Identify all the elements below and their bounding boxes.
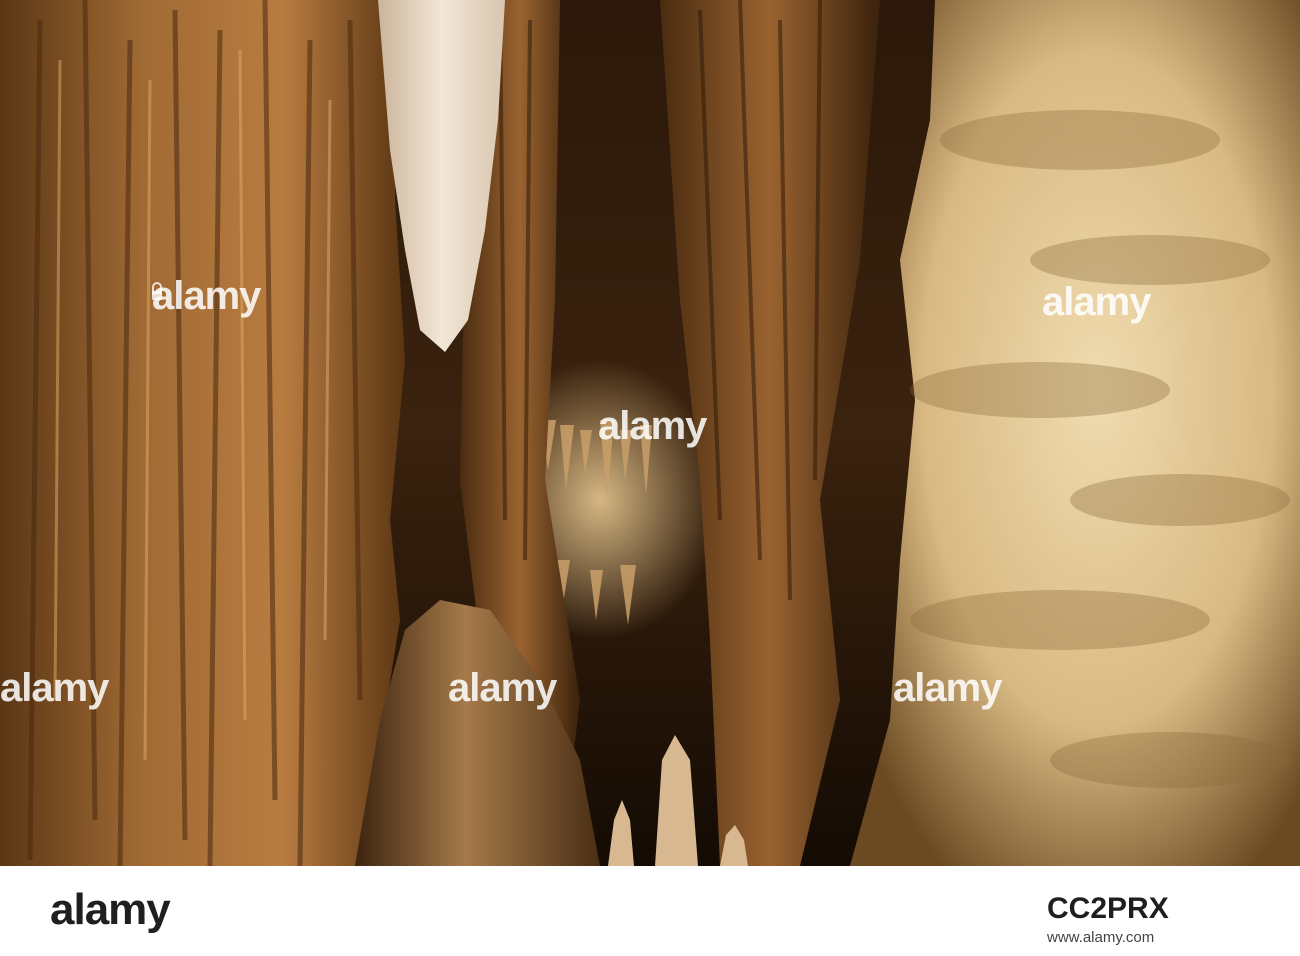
footer-logo-text: alamy [50, 885, 171, 934]
cave-illustration [0, 0, 1300, 866]
image-id: CC2PRX [1047, 892, 1169, 925]
footer-logo: alamy [50, 885, 171, 934]
footer-bar: alamy CC2PRX www.alamy.com [0, 866, 1300, 956]
cave-photo: alamy alamy alamy alamy alamy alamy [0, 0, 1300, 866]
footer-url[interactable]: www.alamy.com [1047, 930, 1154, 945]
